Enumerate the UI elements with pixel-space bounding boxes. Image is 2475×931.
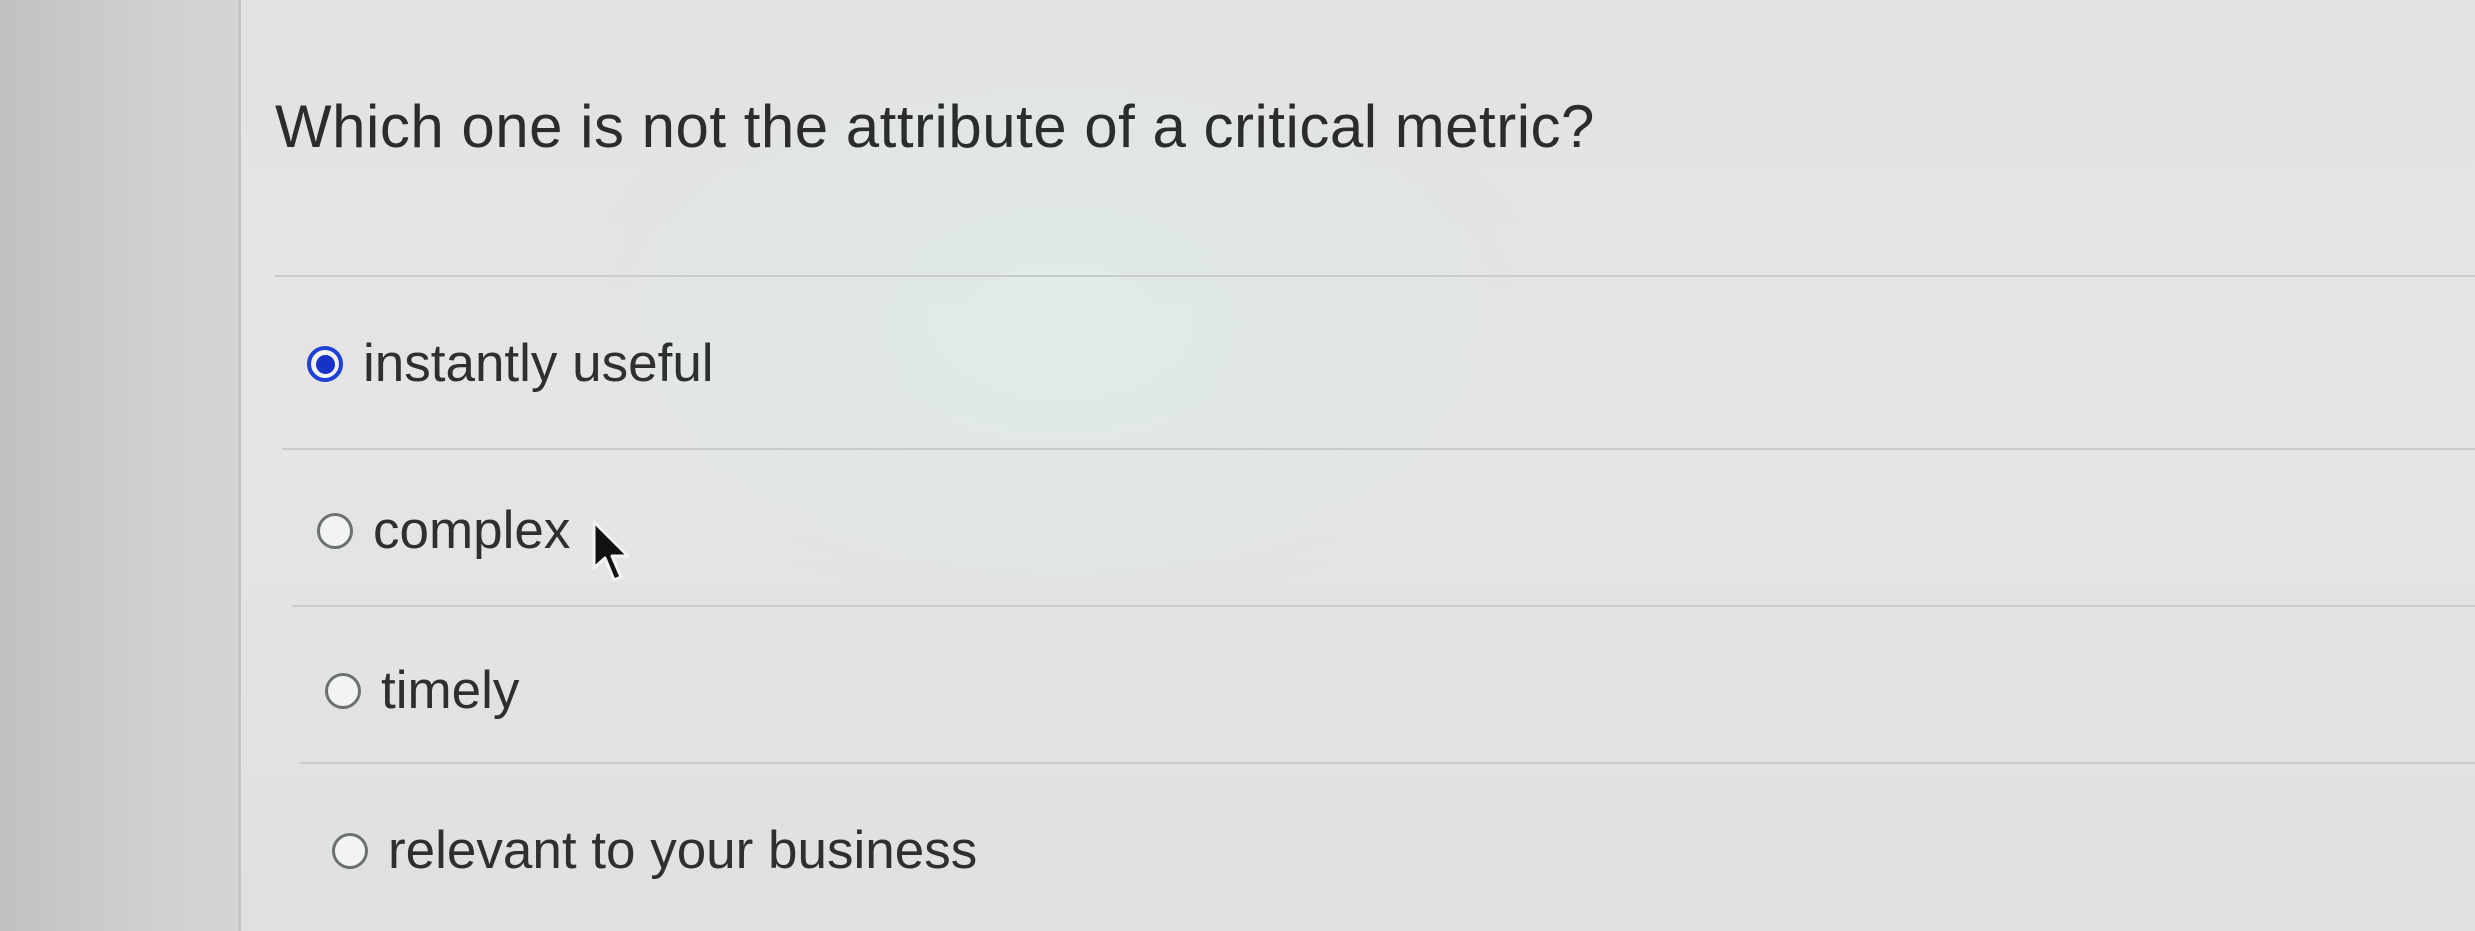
option-timely[interactable]: timely — [325, 660, 519, 721]
option-label: instantly useful — [363, 334, 714, 393]
divider — [275, 275, 2475, 277]
question-text: Which one is not the attribute of a crit… — [275, 93, 1595, 160]
radio-unselected-icon[interactable] — [325, 672, 361, 709]
divider — [300, 762, 2475, 764]
option-label: complex — [373, 501, 571, 560]
option-label: timely — [381, 661, 520, 720]
radio-unselected-icon[interactable] — [317, 512, 353, 549]
divider — [292, 605, 2475, 607]
option-complex[interactable]: complex — [317, 500, 570, 561]
radio-selected-icon[interactable] — [307, 345, 343, 382]
option-relevant-to-your-business[interactable]: relevant to your business — [332, 820, 977, 881]
mouse-pointer-arrow-icon — [592, 520, 630, 582]
radio-unselected-icon[interactable] — [332, 832, 368, 869]
left-gutter — [0, 0, 241, 931]
option-instantly-useful[interactable]: instantly useful — [307, 333, 714, 394]
option-label: relevant to your business — [388, 821, 978, 880]
divider — [282, 448, 2475, 450]
